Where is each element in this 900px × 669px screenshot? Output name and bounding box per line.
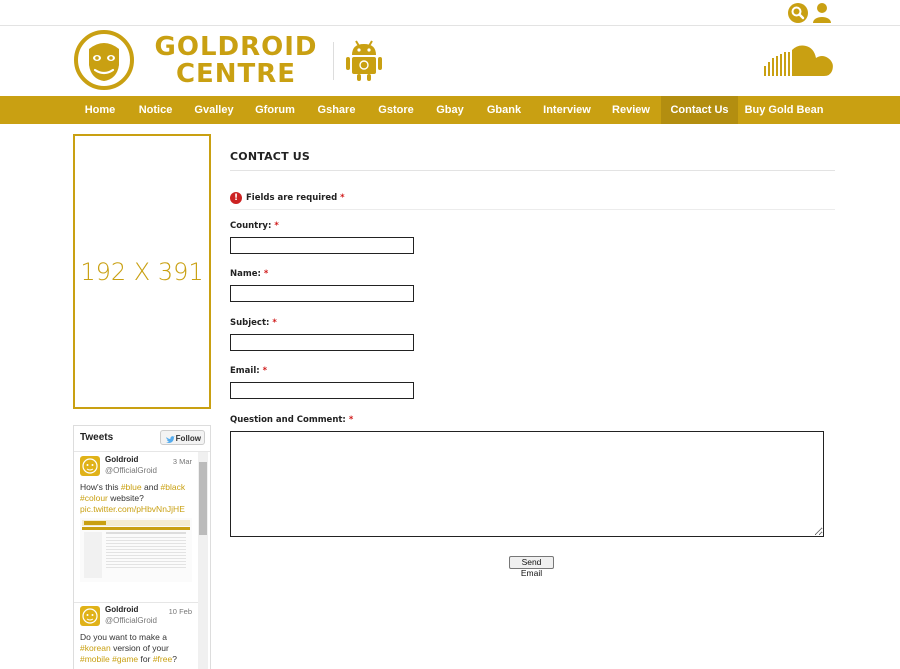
ad-size-label: 192 X 391 [80, 257, 204, 286]
hashtag-link[interactable]: #blue [121, 482, 142, 492]
nav-item-notice[interactable]: Notice [127, 96, 184, 124]
email-field[interactable] [230, 382, 414, 399]
avatar[interactable] [80, 606, 100, 626]
nav-item-gvalley[interactable]: Gvalley [184, 96, 244, 124]
twitter-widget-title: Tweets [80, 432, 114, 443]
comment-textarea[interactable] [230, 431, 824, 537]
nav-item-home[interactable]: Home [73, 96, 127, 124]
tweet-text-part: ? [172, 654, 177, 664]
comment-label: Question and Comment: * [230, 415, 353, 425]
nav-item-review[interactable]: Review [601, 96, 661, 124]
nav-item-buy-gold-bean[interactable]: Buy Gold Bean [738, 96, 830, 124]
nav-item-gbay[interactable]: Gbay [425, 96, 475, 124]
nav-item-gbank[interactable]: Gbank [475, 96, 533, 124]
logo-divider [333, 42, 334, 80]
country-label-text: Country: [230, 221, 272, 231]
nav-item-interview[interactable]: Interview [533, 96, 601, 124]
tweet-text-part: website? [107, 493, 144, 503]
tweet-author-name[interactable]: Goldroid [105, 605, 138, 614]
twitter-widget-header: Tweets Follow [74, 426, 210, 452]
tweet-item[interactable]: Goldroid @OfficialGroid 10 Feb Do you wa… [74, 602, 198, 669]
logo-line-1: GOLDROID [154, 32, 318, 62]
follow-button[interactable]: Follow [160, 430, 205, 445]
follow-button-label: Follow [175, 434, 201, 443]
ad-placeholder[interactable]: 192 X 391 [73, 134, 211, 409]
hashtag-link[interactable]: #mobile [80, 654, 110, 664]
required-note: Fields are required * [246, 193, 345, 203]
top-bar [0, 0, 900, 26]
nav-item-gforum[interactable]: Gforum [244, 96, 306, 124]
twitter-widget: Tweets Follow Goldroid @OfficialGroid 3 … [73, 425, 211, 669]
tweet-text: How's this #blue and #black #colour webs… [80, 482, 192, 515]
tweet-text-part: version of your [110, 643, 169, 653]
tweet-text-part: Do you want to make a [80, 632, 167, 642]
tweet-author-name[interactable]: Goldroid [105, 455, 138, 464]
country-label: Country: * [230, 221, 279, 231]
nav-item-contact-us[interactable]: Contact Us [661, 96, 738, 124]
required-note-text: Fields are required [246, 193, 338, 203]
tweet-text-part: How's this [80, 482, 121, 492]
name-label: Name: * [230, 269, 268, 279]
name-label-text: Name: [230, 269, 261, 279]
user-icon[interactable] [812, 2, 832, 23]
tweet-text-part: and [141, 482, 161, 492]
note-divider [230, 209, 835, 210]
required-star: * [274, 221, 279, 231]
tweet-date[interactable]: 3 Mar [173, 457, 192, 466]
tweets-scrollbar[interactable] [198, 452, 208, 669]
comment-label-text: Question and Comment: [230, 415, 346, 425]
email-label: Email: * [230, 366, 267, 376]
title-divider [230, 170, 835, 171]
tweet-text: Do you want to make a #korean version of… [80, 632, 192, 665]
nav-item-gstore[interactable]: Gstore [367, 96, 425, 124]
subject-label: Subject: * [230, 318, 277, 328]
scrollbar-thumb[interactable] [199, 462, 207, 535]
site-header: GOLDROID CENTRE [0, 26, 900, 96]
search-icon[interactable] [788, 3, 808, 23]
hashtag-link[interactable]: #free [153, 654, 172, 664]
hashtag-link[interactable]: #black [161, 482, 186, 492]
tweet-author-handle[interactable]: @OfficialGroid [105, 616, 157, 625]
android-robot-icon [344, 38, 384, 82]
mask-logo-icon[interactable] [73, 29, 135, 91]
subject-label-text: Subject: [230, 318, 270, 328]
site-logo-text[interactable]: GOLDROID CENTRE [146, 34, 326, 88]
page-title: CONTACT US [230, 150, 311, 163]
required-star: * [262, 366, 268, 376]
alert-icon: ! [230, 192, 242, 204]
tweet-item[interactable]: Goldroid @OfficialGroid 3 Mar How's this… [74, 452, 198, 603]
required-star: * [348, 415, 354, 425]
hashtag-link[interactable]: #game [112, 654, 138, 664]
soundcloud-icon[interactable] [764, 44, 836, 78]
logo-line-2: CENTRE [175, 59, 297, 89]
hashtag-link[interactable]: #colour [80, 493, 108, 503]
tweet-image[interactable] [80, 518, 192, 582]
required-star: * [272, 318, 277, 328]
hashtag-link[interactable]: #korean [80, 643, 111, 653]
country-field[interactable] [230, 237, 414, 254]
required-star: * [263, 269, 269, 279]
tweet-author-handle[interactable]: @OfficialGroid [105, 466, 157, 475]
avatar[interactable] [80, 456, 100, 476]
subject-field[interactable] [230, 334, 414, 351]
tweet-text-part: for [138, 654, 153, 664]
email-label-text: Email: [230, 366, 260, 376]
nav-item-gshare[interactable]: Gshare [306, 96, 367, 124]
twitter-bird-icon [166, 434, 175, 443]
required-star: * [340, 193, 345, 203]
send-email-button[interactable]: Send Email [509, 556, 554, 578]
main-nav: Home Notice Gvalley Gforum Gshare Gstore… [0, 96, 900, 124]
tweet-media-link[interactable]: pic.twitter.com/pHbvNnJjHE [80, 504, 185, 514]
name-field[interactable] [230, 285, 414, 302]
tweet-date[interactable]: 10 Feb [169, 607, 192, 616]
